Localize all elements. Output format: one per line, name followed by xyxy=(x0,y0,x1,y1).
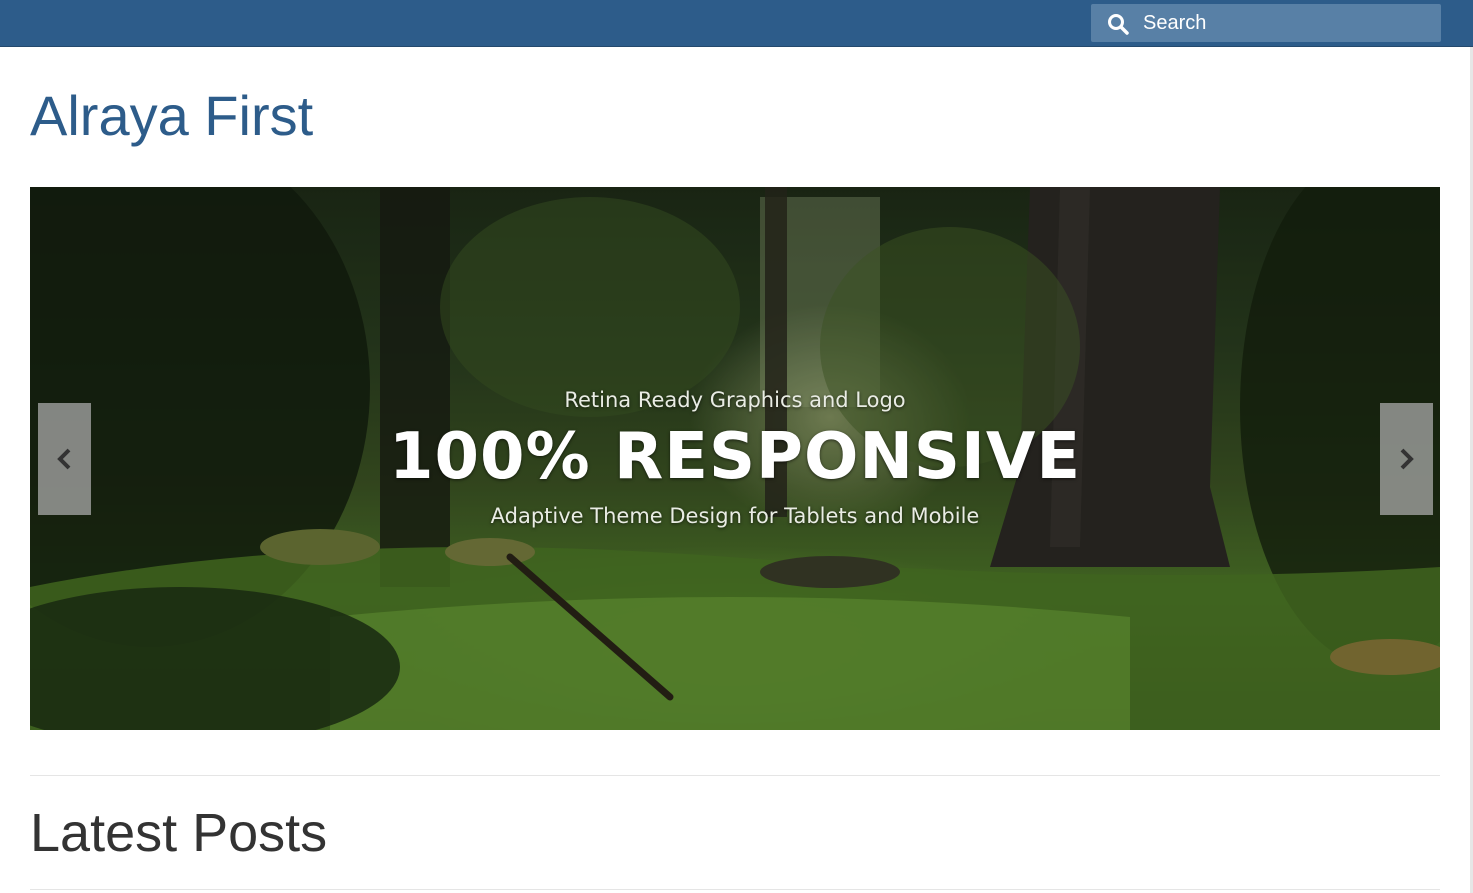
latest-posts-heading: Latest Posts xyxy=(30,803,328,863)
slider-next-button[interactable] xyxy=(1380,403,1433,515)
slide-headline: 100% RESPONSIVE xyxy=(388,420,1082,494)
slider-prev-button[interactable] xyxy=(38,403,91,515)
chevron-left-icon xyxy=(57,448,71,470)
chevron-right-icon xyxy=(1400,448,1414,470)
search-input[interactable] xyxy=(1135,4,1435,42)
section-divider-bottom xyxy=(30,889,1440,890)
slide-subtitle-bottom: Adaptive Theme Design for Tablets and Mo… xyxy=(490,504,980,528)
section-divider xyxy=(30,775,1440,776)
slide-subtitle-top: Retina Ready Graphics and Logo xyxy=(564,388,906,412)
site-title[interactable]: Alraya First xyxy=(30,82,313,150)
search-box[interactable] xyxy=(1091,4,1441,42)
search-icon[interactable] xyxy=(1107,13,1129,35)
top-bar xyxy=(0,0,1473,47)
hero-slider[interactable]: Retina Ready Graphics and Logo 100% RESP… xyxy=(30,187,1440,730)
